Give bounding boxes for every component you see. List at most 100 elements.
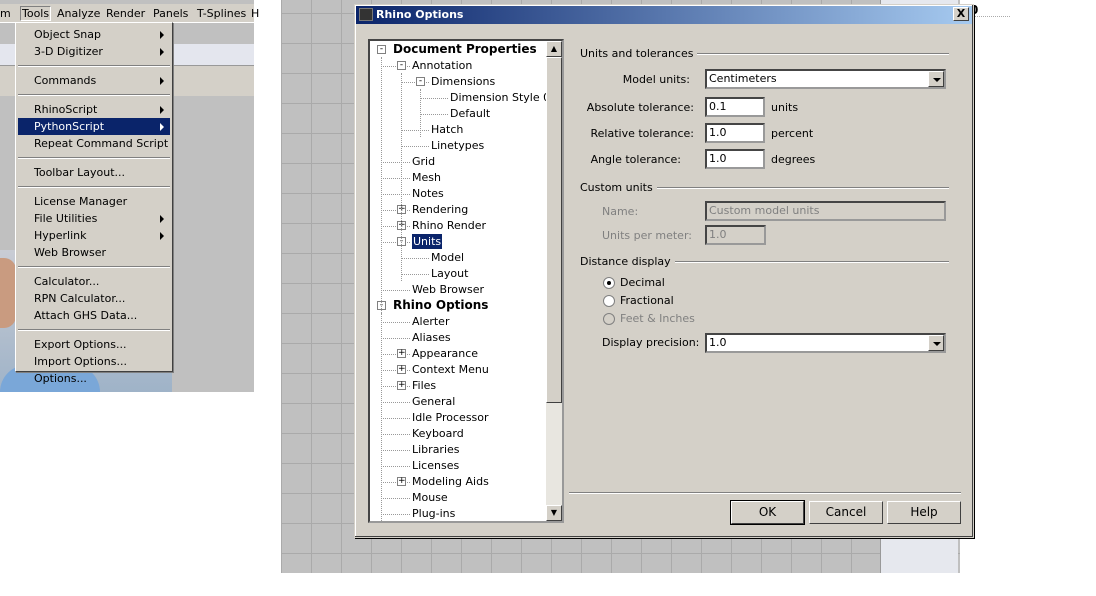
expand-icon[interactable]: +: [397, 365, 406, 374]
menu-panels[interactable]: Panels: [153, 7, 188, 20]
tree-item-mouse[interactable]: Mouse: [412, 490, 448, 505]
model-units-select[interactable]: Centimeters: [705, 69, 946, 89]
tree-item-default[interactable]: Default: [450, 106, 490, 121]
menu-item-label: Calculator...: [34, 275, 100, 288]
menu-tsplines[interactable]: T-Splines: [197, 7, 246, 20]
menu-separator: [18, 329, 170, 331]
menu-item-rhinoscript[interactable]: RhinoScript: [18, 101, 170, 118]
collapse-icon[interactable]: -: [377, 45, 386, 54]
menu-item-attach-ghs-data[interactable]: Attach GHS Data...: [18, 307, 170, 324]
expand-icon[interactable]: +: [397, 349, 406, 358]
tree-item-appearance[interactable]: Appearance: [412, 346, 478, 361]
tree-item-rhino-render[interactable]: Rhino Render: [412, 218, 486, 233]
display-precision-select[interactable]: 1.0: [705, 333, 946, 353]
menu-render[interactable]: Render: [106, 7, 145, 20]
chevron-down-icon[interactable]: [928, 335, 944, 351]
absolute-tolerance-label: Absolute tolerance:: [586, 101, 694, 114]
tree-item-libraries[interactable]: Libraries: [412, 442, 460, 457]
radio-feet-inches[interactable]: [603, 313, 615, 325]
menu-item-calculator[interactable]: Calculator...: [18, 273, 170, 290]
ok-button[interactable]: OK: [730, 500, 805, 525]
tree-item-layout[interactable]: Layout: [431, 266, 468, 281]
units-per-meter-input[interactable]: 1.0: [705, 225, 766, 245]
menu-separator: [18, 186, 170, 188]
menu-help[interactable]: H: [251, 7, 259, 20]
angle-tolerance-input[interactable]: 1.0: [705, 149, 765, 169]
tree-line: [381, 322, 410, 323]
tree-item-plug-ins[interactable]: Plug-ins: [412, 506, 455, 521]
menu-item-toolbar-layout[interactable]: Toolbar Layout...: [18, 164, 170, 181]
tree-item-context-menu[interactable]: Context Menu: [412, 362, 489, 377]
scroll-up-icon[interactable]: ▲: [546, 41, 562, 57]
menu-view[interactable]: m: [0, 7, 11, 20]
submenu-arrow-icon: [160, 215, 164, 223]
custom-name-input[interactable]: Custom model units: [705, 201, 946, 221]
expand-icon[interactable]: +: [397, 477, 406, 486]
tree-item-dimensions[interactable]: Dimensions: [431, 74, 495, 89]
cancel-button[interactable]: Cancel: [809, 501, 883, 524]
tree-item-dimension-style-01[interactable]: Dimension Style 01: [450, 90, 557, 105]
menu-item-import-options[interactable]: Import Options...: [18, 353, 170, 370]
tree-item-alerter[interactable]: Alerter: [412, 314, 449, 329]
close-button[interactable]: X: [953, 7, 969, 21]
tree-item-modeling-aids[interactable]: Modeling Aids: [412, 474, 489, 489]
tree-item-mesh[interactable]: Mesh: [412, 170, 441, 185]
collapse-icon[interactable]: -: [416, 77, 425, 86]
tree-item-web-browser[interactable]: Web Browser: [412, 282, 484, 297]
tree-item-document-properties[interactable]: Document Properties: [393, 42, 537, 57]
tree-item-general[interactable]: General: [412, 394, 455, 409]
menu-item-commands[interactable]: Commands: [18, 72, 170, 89]
display-precision-value: 1.0: [709, 336, 727, 349]
angle-tolerance-label: Angle tolerance:: [590, 153, 681, 166]
menu-item-rpn-calculator[interactable]: RPN Calculator...: [18, 290, 170, 307]
tree-item-linetypes[interactable]: Linetypes: [431, 138, 484, 153]
chevron-down-icon[interactable]: [928, 71, 944, 87]
display-precision-label: Display precision:: [602, 336, 700, 349]
model-units-label: Model units:: [622, 73, 690, 86]
tree-item-notes[interactable]: Notes: [412, 186, 444, 201]
menu-item-export-options[interactable]: Export Options...: [18, 336, 170, 353]
menu-item-web-browser[interactable]: Web Browser: [18, 244, 170, 261]
menu-analyze[interactable]: Analyze: [57, 7, 100, 20]
tree-item-rendering[interactable]: Rendering: [412, 202, 468, 217]
menu-item-label: Options...: [34, 372, 87, 385]
scroll-down-icon[interactable]: ▼: [546, 505, 562, 521]
tree-line: [381, 338, 410, 339]
menu-item-pythonscript[interactable]: PythonScript: [18, 118, 170, 135]
radio-decimal[interactable]: [603, 277, 615, 289]
submenu-arrow-icon: [160, 106, 164, 114]
tree-item-annotation[interactable]: Annotation: [412, 58, 472, 73]
menu-item-repeat-command-script[interactable]: Repeat Command Script: [18, 135, 170, 152]
menu-tools[interactable]: Tools: [20, 6, 52, 21]
tree-line: [420, 114, 448, 115]
tree-item-aliases[interactable]: Aliases: [412, 330, 451, 345]
menu-item-object-snap[interactable]: Object Snap: [18, 26, 170, 43]
tree-line: [381, 418, 410, 419]
tree-item-keyboard[interactable]: Keyboard: [412, 426, 464, 441]
tree-item-model[interactable]: Model: [431, 250, 464, 265]
tree-item-units[interactable]: Units: [412, 234, 443, 249]
relative-tolerance-input[interactable]: 1.0: [705, 123, 765, 143]
collapse-icon[interactable]: -: [397, 61, 406, 70]
dialog-titlebar[interactable]: Rhino Options: [356, 6, 972, 24]
tree-item-rhino-options[interactable]: Rhino Options: [393, 298, 488, 313]
help-button[interactable]: Help: [887, 501, 961, 524]
radio-fractional[interactable]: [603, 295, 615, 307]
tree-item-hatch[interactable]: Hatch: [431, 122, 463, 137]
menu-item-options[interactable]: Options...: [18, 370, 170, 387]
expand-icon[interactable]: +: [397, 381, 406, 390]
menu-item-license-manager[interactable]: License Manager: [18, 193, 170, 210]
menu-item-3-d-digitizer[interactable]: 3-D Digitizer: [18, 43, 170, 60]
absolute-tolerance-input[interactable]: 0.1: [705, 97, 765, 117]
tree-item-files[interactable]: Files: [412, 378, 436, 393]
tree-item-licenses[interactable]: Licenses: [412, 458, 459, 473]
angle-tolerance-unit: degrees: [771, 153, 816, 166]
tree-item-grid[interactable]: Grid: [412, 154, 435, 169]
menu-item-hyperlink[interactable]: Hyperlink: [18, 227, 170, 244]
tree-line: [381, 290, 410, 291]
menu-item-file-utilities[interactable]: File Utilities: [18, 210, 170, 227]
submenu-arrow-icon: [160, 232, 164, 240]
submenu-arrow-icon: [160, 31, 164, 39]
submenu-arrow-icon: [160, 77, 164, 85]
tree-item-idle-processor[interactable]: Idle Processor: [412, 410, 489, 425]
